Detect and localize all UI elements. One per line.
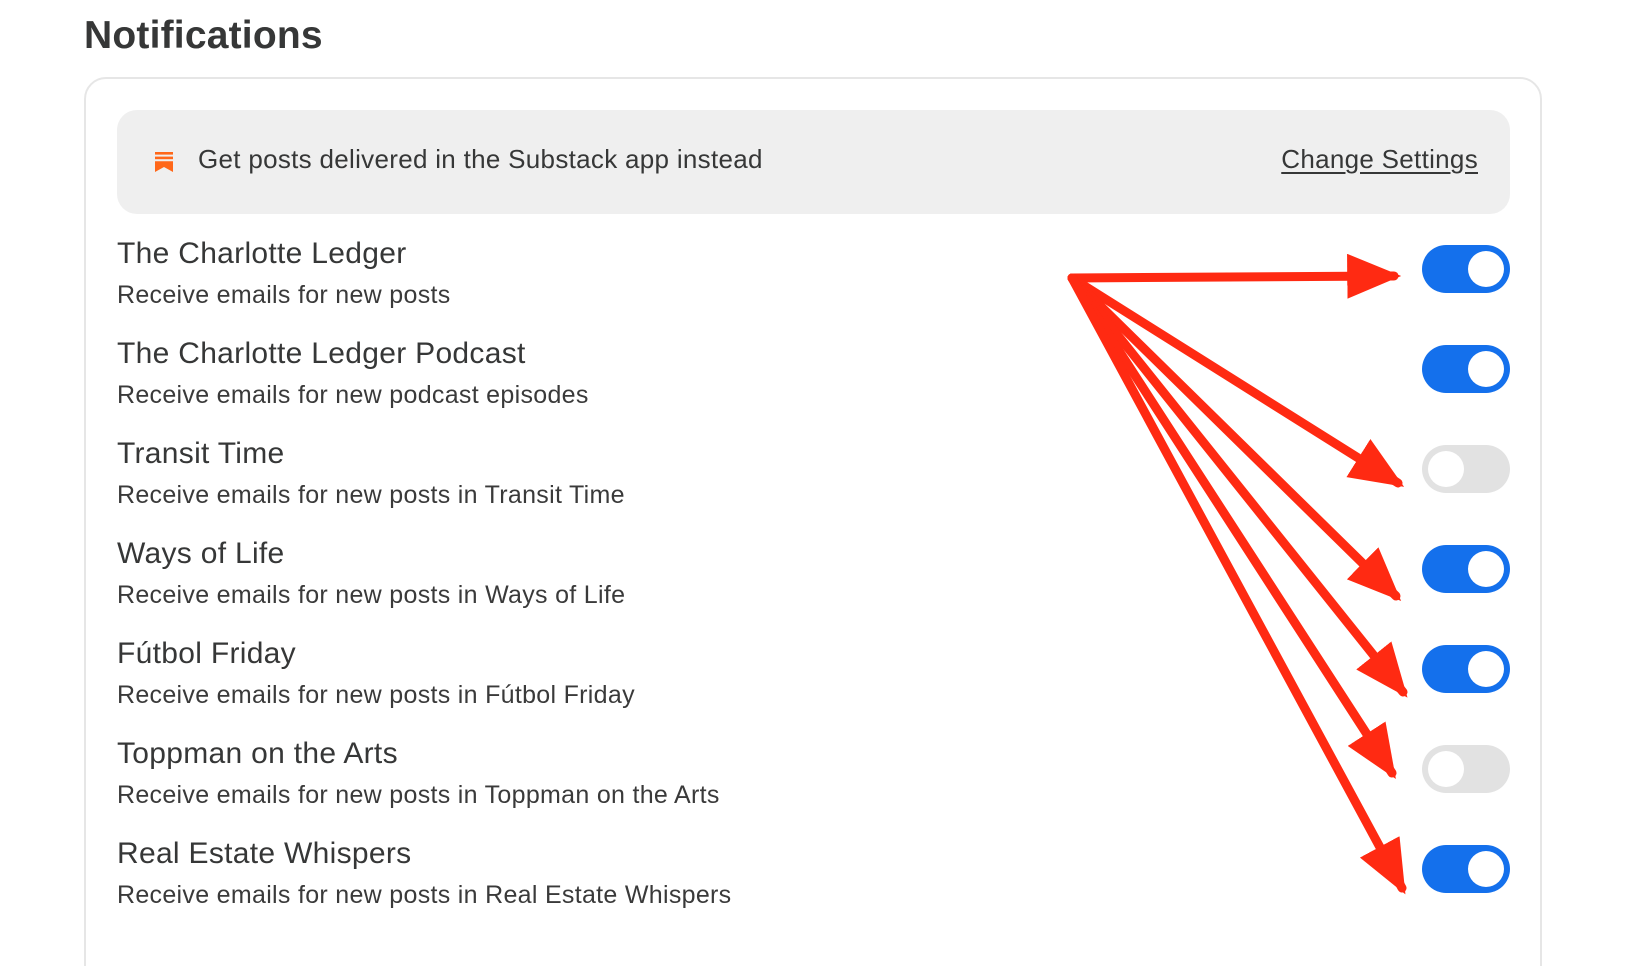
subscription-row: Real Estate Whispers Receive emails for … <box>117 837 1510 941</box>
subscription-subtitle: Receive emails for new podcast episodes <box>117 381 589 409</box>
email-toggle[interactable] <box>1422 345 1510 393</box>
substack-bookmark-icon <box>155 152 173 172</box>
toggle-knob <box>1428 751 1464 787</box>
subscription-title: Real Estate Whispers <box>117 837 412 870</box>
change-settings-link[interactable]: Change Settings <box>1281 144 1478 175</box>
email-toggle[interactable] <box>1422 545 1510 593</box>
subscription-subtitle: Receive emails for new posts in Ways of … <box>117 581 626 609</box>
subscription-row: The Charlotte Ledger Podcast Receive ema… <box>117 337 1510 441</box>
subscription-row: Transit Time Receive emails for new post… <box>117 437 1510 541</box>
subscription-row: Ways of Life Receive emails for new post… <box>117 537 1510 641</box>
subscription-row: The Charlotte Ledger Receive emails for … <box>117 237 1510 341</box>
toggle-knob <box>1468 251 1504 287</box>
banner-text: Get posts delivered in the Substack app … <box>198 144 763 174</box>
subscription-title: Fútbol Friday <box>117 637 296 670</box>
email-toggle[interactable] <box>1422 445 1510 493</box>
subscription-title: Transit Time <box>117 437 285 470</box>
email-toggle[interactable] <box>1422 845 1510 893</box>
subscription-row: Toppman on the Arts Receive emails for n… <box>117 737 1510 841</box>
subscription-subtitle: Receive emails for new posts <box>117 281 451 309</box>
subscription-subtitle: Receive emails for new posts in Real Est… <box>117 881 732 909</box>
toggle-knob <box>1468 851 1504 887</box>
app-delivery-banner: Get posts delivered in the Substack app … <box>117 110 1510 214</box>
subscription-row: Fútbol Friday Receive emails for new pos… <box>117 637 1510 741</box>
email-toggle[interactable] <box>1422 245 1510 293</box>
subscription-subtitle: Receive emails for new posts in Fútbol F… <box>117 681 635 709</box>
toggle-knob <box>1468 551 1504 587</box>
toggle-knob <box>1468 651 1504 687</box>
email-toggle[interactable] <box>1422 645 1510 693</box>
subscription-title: Ways of Life <box>117 537 285 570</box>
subscription-title: The Charlotte Ledger <box>117 237 407 270</box>
page-title: Notifications <box>84 14 323 57</box>
notifications-page: Notifications Get posts delivered in the… <box>0 0 1628 966</box>
subscription-subtitle: Receive emails for new posts in Toppman … <box>117 781 720 809</box>
subscription-title: Toppman on the Arts <box>117 737 398 770</box>
email-toggle[interactable] <box>1422 745 1510 793</box>
subscription-subtitle: Receive emails for new posts in Transit … <box>117 481 625 509</box>
toggle-knob <box>1428 451 1464 487</box>
toggle-knob <box>1468 351 1504 387</box>
subscription-title: The Charlotte Ledger Podcast <box>117 337 526 370</box>
